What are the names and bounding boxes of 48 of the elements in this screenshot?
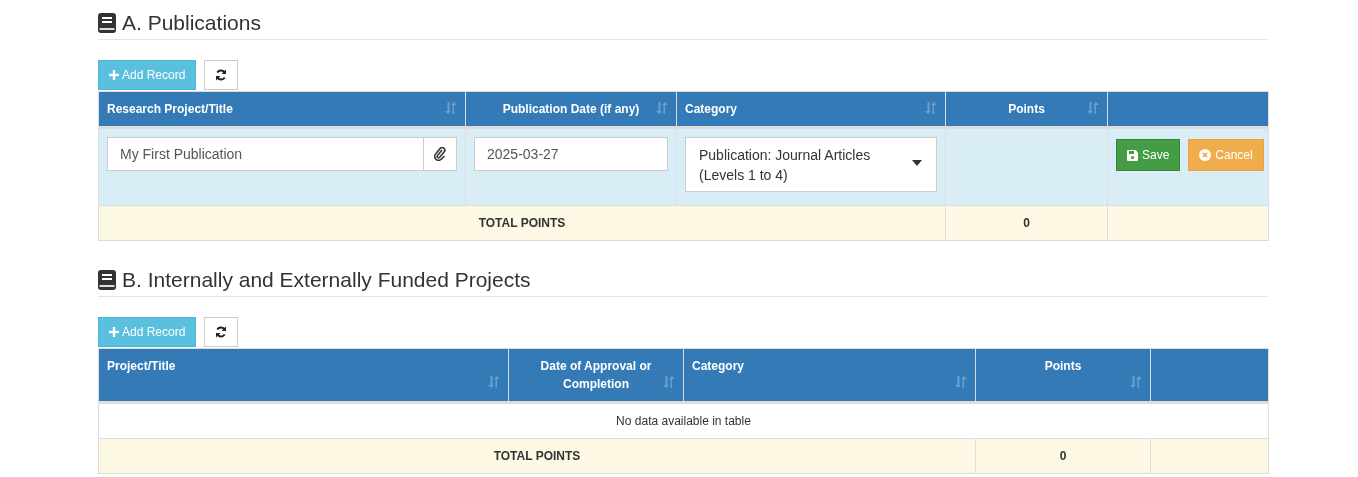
column-header-label: Research Project/Title: [107, 101, 233, 119]
sort-icon[interactable]: [488, 376, 500, 389]
column-header-cell[interactable]: Points: [975, 348, 1151, 403]
sort-icon[interactable]: [656, 102, 668, 115]
save-button[interactable]: Save: [1116, 139, 1181, 172]
plus-icon: [109, 70, 119, 81]
refresh-icon: [215, 69, 228, 82]
column-header-cell[interactable]: Points: [945, 91, 1108, 128]
title-input[interactable]: My First Publication: [107, 137, 424, 172]
sort-icon[interactable]: [1087, 102, 1099, 115]
date-input[interactable]: 2025-03-27: [474, 137, 668, 172]
floppy-icon: [1127, 149, 1138, 161]
total-label: TOTAL POINTS: [478, 216, 566, 231]
category-dropdown[interactable]: Publication: Journal Articles (Levels 1 to 4): [685, 137, 937, 193]
total-label: TOTAL POINTS: [493, 449, 581, 464]
column-header-cell[interactable]: Project/Title: [98, 348, 509, 403]
total-value: 0: [1059, 449, 1067, 464]
sort-icon[interactable]: [663, 376, 675, 389]
column-header-cell[interactable]: Research Project/Title: [98, 91, 466, 128]
refresh-button[interactable]: [204, 60, 239, 91]
sort-icon[interactable]: [955, 376, 967, 389]
empty-table-message: No data available in table: [616, 414, 751, 429]
caret-icon: [912, 160, 922, 167]
refresh-button[interactable]: [204, 317, 239, 348]
sort-icon[interactable]: [1130, 376, 1142, 389]
close-icon: [1199, 149, 1212, 162]
sort-icon[interactable]: [445, 102, 457, 115]
section-title: A. Publications: [122, 10, 261, 36]
column-header-cell[interactable]: Publication Date (if any): [465, 91, 677, 128]
book-icon: [98, 12, 116, 33]
book-icon: [98, 269, 116, 290]
total-value: 0: [1023, 216, 1030, 231]
column-header-label: Project/Title: [107, 358, 176, 376]
column-header-cell[interactable]: Category: [676, 91, 946, 128]
paperclip-icon: [433, 147, 446, 162]
attach-button[interactable]: [423, 137, 457, 172]
column-header-label: Category: [692, 358, 744, 376]
column-header-label: Publication Date (if any): [502, 101, 640, 119]
plus-icon: [109, 327, 119, 338]
section-title: B. Internally and Externally Funded Projects: [122, 267, 531, 293]
column-header-label: Category: [685, 101, 737, 119]
sort-icon[interactable]: [925, 102, 937, 115]
column-header-label: Points: [1008, 101, 1045, 119]
column-header-cell[interactable]: Date of Approval or Completion: [508, 348, 684, 403]
refresh-icon: [215, 326, 228, 339]
column-header-label: Points: [1044, 358, 1082, 376]
column-header-label: Date of Approval or Completion: [539, 358, 653, 394]
column-header-cell[interactable]: Category: [683, 348, 976, 403]
